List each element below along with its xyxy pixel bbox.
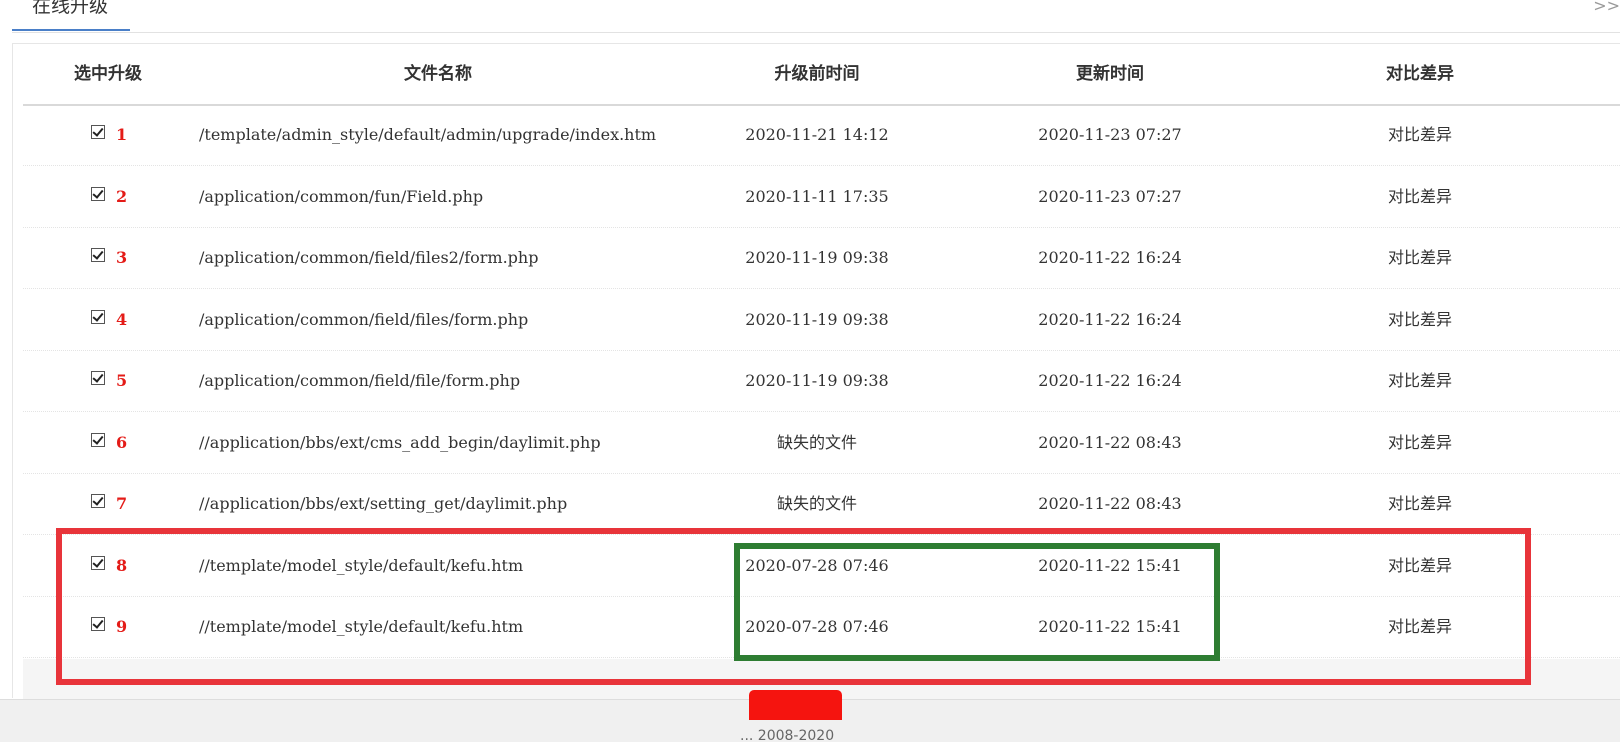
compare-diff-link[interactable]: 对比差异 bbox=[1320, 474, 1520, 534]
table-row: 9 //template/model_style/default/kefu.htm… bbox=[23, 597, 1620, 658]
before-upgrade-time: 2020-07-28 07:46 bbox=[745, 617, 889, 636]
submit-upgrade-button[interactable] bbox=[749, 690, 842, 720]
compare-diff-link[interactable]: 对比差异 bbox=[1320, 167, 1520, 227]
upgrade-checkbox[interactable] bbox=[91, 125, 105, 139]
update-time: 2020-11-22 15:41 bbox=[1038, 617, 1182, 636]
file-name: /application/common/field/file/form.php bbox=[199, 371, 521, 390]
upgrade-checkbox[interactable] bbox=[91, 617, 105, 631]
before-upgrade-time: 2020-07-28 07:46 bbox=[745, 555, 889, 575]
upgrade-checkbox[interactable] bbox=[91, 494, 105, 508]
table-row: 2/application/common/fun/Field.php 2020-1… bbox=[23, 167, 1620, 228]
upgrade-checkbox[interactable] bbox=[91, 555, 105, 570]
update-time: 2020-11-22 08:43 bbox=[1038, 494, 1182, 513]
file-name: //application/bbs/ext/cms_add_begin/dayl… bbox=[199, 432, 601, 452]
update-time: 2020-11-22 16:24 bbox=[1038, 309, 1182, 329]
row-number: 2 bbox=[116, 186, 128, 206]
before-upgrade-time: 2020-11-19 09:38 bbox=[745, 371, 889, 390]
file-name: /application/common/fun/Field.php bbox=[199, 186, 484, 206]
before-upgrade-time: 缺失的文件 bbox=[776, 432, 857, 452]
table-row: 4/application/common/field/files/form.ph… bbox=[23, 290, 1620, 351]
compare-diff-link[interactable]: 对比差异 bbox=[1320, 105, 1520, 165]
compare-diff-link[interactable]: 对比差异 bbox=[1320, 351, 1520, 411]
file-name: /template/admin_style/default/admin/upgr… bbox=[199, 125, 657, 144]
header-before-time: 升级前时间 bbox=[774, 64, 860, 84]
table-row: 3/application/common/field/files2/form.p… bbox=[23, 228, 1620, 289]
row-number: 6 bbox=[116, 432, 128, 452]
row-number: 9 bbox=[116, 617, 128, 636]
before-upgrade-time: 缺失的文件 bbox=[776, 494, 857, 513]
table-row: 5/application/common/field/file/form.php… bbox=[23, 351, 1620, 412]
compare-diff-link[interactable]: 对比差异 bbox=[1320, 536, 1520, 596]
header-select: 选中升级 bbox=[74, 64, 142, 84]
row-number: 5 bbox=[116, 371, 128, 390]
update-time: 2020-11-22 15:41 bbox=[1038, 555, 1182, 575]
compare-diff-link[interactable]: 对比差异 bbox=[1320, 413, 1520, 473]
update-time: 2020-11-22 16:24 bbox=[1038, 248, 1182, 267]
update-time: 2020-11-23 07:27 bbox=[1038, 125, 1182, 144]
before-upgrade-time: 2020-11-19 09:38 bbox=[745, 309, 889, 329]
before-upgrade-time: 2020-11-21 14:12 bbox=[745, 125, 889, 144]
table-row: 6 //application/bbs/ext/cms_add_begin/day… bbox=[23, 413, 1620, 474]
upgrade-checkbox[interactable] bbox=[91, 432, 105, 447]
upgrade-checkbox[interactable] bbox=[91, 371, 105, 385]
table-row: 1/template/admin_style/default/admin/upg… bbox=[23, 105, 1620, 166]
before-upgrade-time: 2020-11-11 17:35 bbox=[745, 186, 889, 206]
file-name: /application/common/field/files2/form.ph… bbox=[199, 248, 539, 267]
update-time: 2020-11-22 08:43 bbox=[1038, 432, 1182, 452]
table-row: 7 //application/bbs/ext/setting_get/dayli… bbox=[23, 474, 1620, 535]
footer-copyright: ... 2008-2020 bbox=[740, 728, 835, 744]
header-diff: 对比差异 bbox=[1386, 64, 1454, 84]
file-name: /application/common/field/files/form.php bbox=[199, 309, 529, 329]
tab-bar: 在线升级 >> bbox=[12, 0, 1620, 33]
file-name: //template/model_style/default/kefu.htm bbox=[199, 617, 524, 636]
row-number: 7 bbox=[116, 494, 128, 513]
row-number: 3 bbox=[116, 248, 128, 267]
tab-more-link[interactable]: >> bbox=[1593, 0, 1620, 18]
compare-diff-link[interactable]: 对比差异 bbox=[1320, 228, 1520, 288]
tab-online-upgrade[interactable]: 在线升级 bbox=[12, 0, 130, 31]
file-name: //application/bbs/ext/setting_get/daylim… bbox=[199, 494, 568, 513]
update-time: 2020-11-22 16:24 bbox=[1038, 371, 1182, 390]
before-upgrade-time: 2020-11-19 09:38 bbox=[745, 248, 889, 267]
row-number: 4 bbox=[116, 309, 128, 329]
file-name: //template/model_style/default/kefu.htm bbox=[199, 555, 524, 575]
row-number: 8 bbox=[116, 555, 128, 575]
row-number: 1 bbox=[116, 125, 128, 144]
compare-diff-link[interactable]: 对比差异 bbox=[1320, 597, 1520, 657]
update-time: 2020-11-23 07:27 bbox=[1038, 186, 1182, 206]
upgrade-checkbox[interactable] bbox=[91, 309, 105, 324]
upgrade-checkbox[interactable] bbox=[91, 186, 105, 201]
header-filename: 文件名称 bbox=[404, 64, 472, 84]
header-update-time: 更新时间 bbox=[1076, 64, 1144, 84]
table-row: 8 //template/model_style/default/kefu.htm… bbox=[23, 536, 1620, 597]
compare-diff-link[interactable]: 对比差异 bbox=[1320, 290, 1520, 350]
upgrade-checkbox[interactable] bbox=[91, 248, 105, 262]
table-header: 选中升级 文件名称 升级前时间 更新时间 对比差异 bbox=[23, 44, 1620, 106]
